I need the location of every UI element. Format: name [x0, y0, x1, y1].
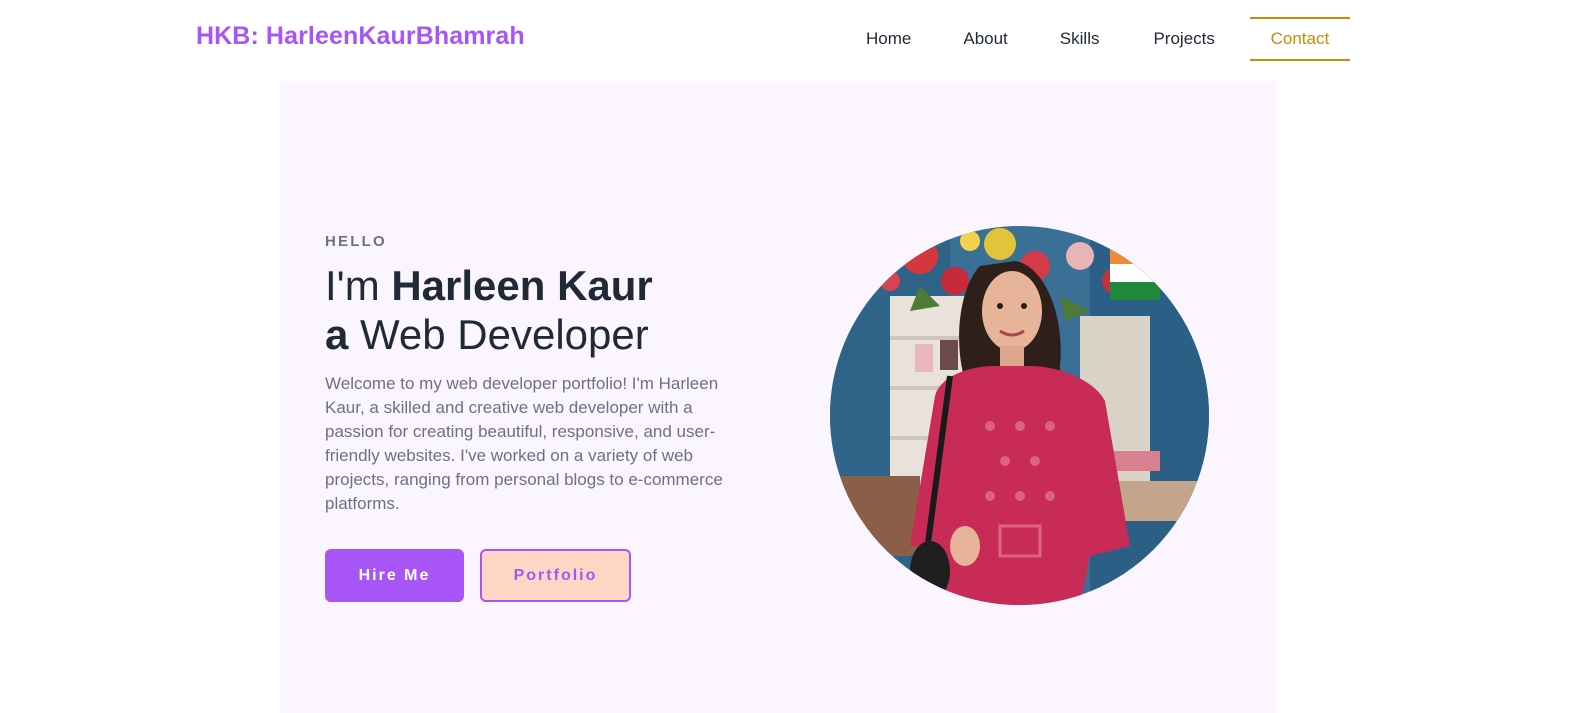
nav-item-projects[interactable]: Projects — [1133, 19, 1234, 59]
top-navbar: HKB: HarleenKaurBhamrah Home About Skill… — [0, 0, 1574, 80]
nav-item-about[interactable]: About — [943, 19, 1027, 59]
hero-eyebrow: HELLO — [325, 233, 387, 250]
portfolio-button[interactable]: Portfolio — [480, 549, 631, 602]
headline-prefix: I'm — [325, 262, 392, 309]
hero-headline: I'm Harleen Kaur a Web Developer — [325, 261, 653, 359]
nav-item-contact[interactable]: Contact — [1249, 17, 1350, 61]
headline-role: Web Developer — [348, 311, 649, 358]
hero-section: HELLO I'm Harleen Kaur a Web Developer We… — [280, 81, 1276, 713]
profile-photo — [830, 226, 1209, 605]
headline-article: a — [325, 311, 349, 358]
nav-item-home[interactable]: Home — [846, 19, 931, 59]
hire-me-button[interactable]: Hire Me — [325, 549, 464, 602]
hero-intro: Welcome to my web developer portfolio! I… — [325, 374, 723, 513]
brand-logo[interactable]: HKB: HarleenKaurBhamrah — [196, 22, 525, 51]
profile-photo-illustration — [830, 226, 1209, 605]
headline-name: Harleen Kaur — [391, 262, 653, 309]
main-nav: Home About Skills Projects Contact — [846, 17, 1350, 61]
nav-item-skills[interactable]: Skills — [1040, 19, 1120, 59]
